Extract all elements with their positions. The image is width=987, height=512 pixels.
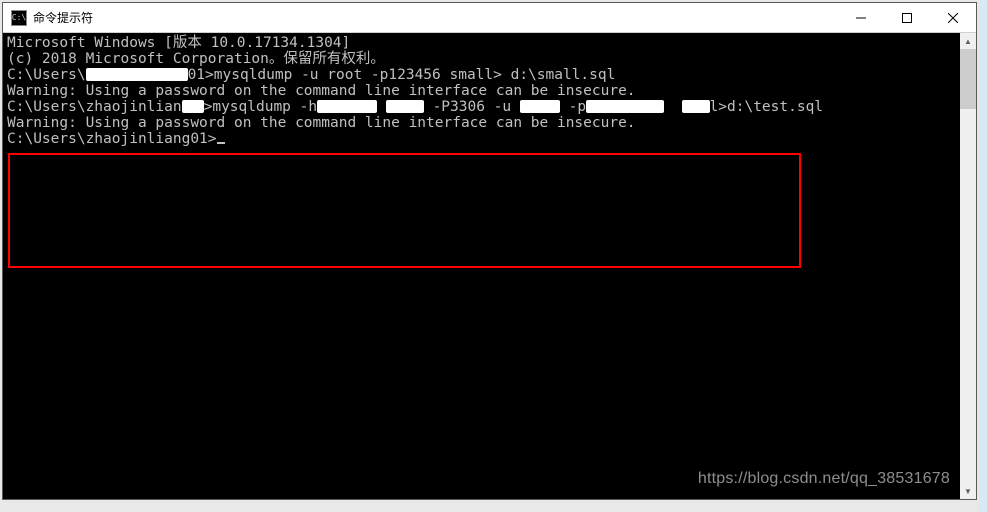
output-line: Microsoft Windows [版本 10.0.17134.1304]	[7, 35, 960, 51]
titlebar[interactable]: C:\ 命令提示符	[3, 3, 976, 33]
prompt-text: 01>	[188, 67, 214, 83]
command-text: -p	[560, 99, 586, 115]
command-prompt-window: C:\ 命令提示符 Microsoft Windows [版本 10.0.171…	[2, 2, 977, 500]
window-controls	[838, 3, 976, 32]
command-text: mysqldump -u root -p123456 small> d:\sma…	[214, 67, 616, 83]
highlight-box	[8, 153, 801, 268]
output-line: C:\Users\ 01>mysqldump -u root -p123456 s…	[7, 67, 960, 83]
scroll-down-button[interactable]: ▼	[960, 483, 976, 499]
close-button[interactable]	[930, 3, 976, 32]
output-line: C:\Users\zhaojinliang01>	[7, 131, 960, 147]
terminal-output[interactable]: Microsoft Windows [版本 10.0.17134.1304](c…	[3, 33, 960, 499]
redacted-text	[86, 68, 188, 81]
prompt-text: C:\Users\zhaojinliang01>	[7, 131, 217, 147]
vertical-scrollbar[interactable]: ▲ ▼	[960, 33, 976, 499]
redacted-text	[182, 100, 204, 113]
prompt-text: C:\Users\	[7, 67, 86, 83]
command-text: -P3306 -u	[424, 99, 520, 115]
redacted-text	[682, 100, 710, 113]
terminal-container: Microsoft Windows [版本 10.0.17134.1304](c…	[3, 33, 976, 499]
output-line: C:\Users\zhaojinlian>mysqldump -h -P3306…	[7, 99, 960, 115]
watermark-text: https://blog.csdn.net/qq_38531678	[698, 471, 950, 487]
output-line: Warning: Using a password on the command…	[7, 115, 960, 131]
window-title: 命令提示符	[33, 9, 838, 26]
prompt-text: C:\Users\zhaojinlian	[7, 99, 182, 115]
command-text: l>d:\test.sql	[710, 99, 824, 115]
minimize-button[interactable]	[838, 3, 884, 32]
app-icon: C:\	[11, 10, 27, 26]
output-line: Warning: Using a password on the command…	[7, 83, 960, 99]
redacted-text	[317, 100, 377, 113]
redacted-text	[386, 100, 424, 113]
scroll-up-button[interactable]: ▲	[960, 33, 976, 49]
output-line: (c) 2018 Microsoft Corporation。保留所有权利。	[7, 51, 960, 67]
redacted-text	[586, 100, 664, 113]
command-text: mysqldump -h	[212, 99, 317, 115]
scroll-thumb[interactable]	[960, 49, 976, 109]
maximize-button[interactable]	[884, 3, 930, 32]
redacted-text	[520, 100, 560, 113]
cursor	[217, 142, 225, 144]
page-background-sliver	[979, 0, 987, 512]
